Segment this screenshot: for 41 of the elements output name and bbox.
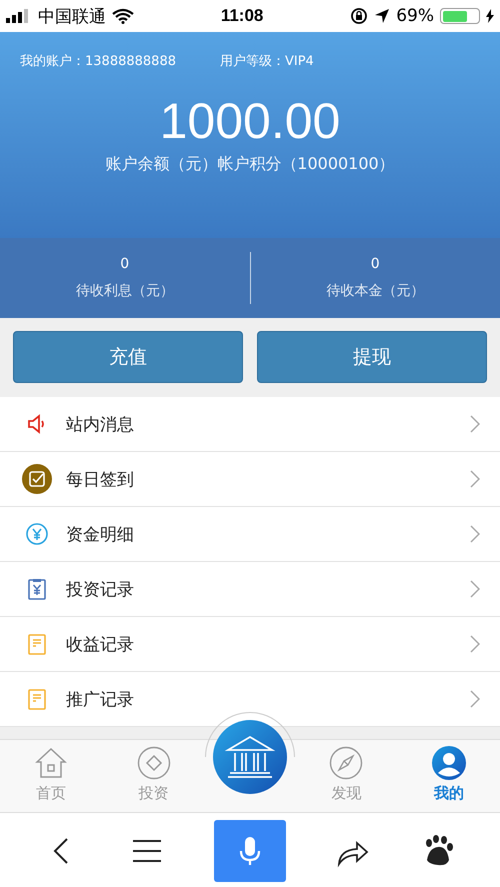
stat-label: 待收利息（元）	[76, 282, 174, 300]
bank-tab[interactable]	[213, 720, 288, 794]
battery-icon	[440, 8, 480, 24]
location-icon	[374, 8, 390, 24]
account-number: 我的账户：13888888888	[20, 53, 176, 70]
carrier-name: 中国联通	[38, 6, 106, 28]
chevron-icon	[470, 635, 480, 653]
menu-item[interactable]: 收益记录	[0, 617, 500, 672]
wifi-icon	[112, 8, 134, 24]
action-button[interactable]: 充值	[13, 331, 243, 383]
menu-item[interactable]: 站内消息	[0, 397, 500, 452]
chevron-icon	[470, 470, 480, 488]
clock-time: 11:08	[220, 6, 264, 26]
user-icon	[432, 746, 466, 780]
battery-percent: 69%	[396, 6, 434, 26]
chevron-icon	[470, 580, 480, 598]
clipboard-icon	[25, 577, 49, 601]
menu-item[interactable]: 推广记录	[0, 672, 500, 727]
user-level: 用户等级：VIP4	[220, 53, 314, 70]
chevron-icon	[470, 690, 480, 708]
menu-item[interactable]: 每日签到	[0, 452, 500, 507]
balance-amount: 1000.00	[160, 92, 340, 150]
checkbox-icon	[22, 464, 52, 494]
home-icon	[34, 746, 68, 780]
stat-value: 0	[370, 256, 380, 272]
compass-icon	[329, 746, 364, 780]
stat-label: 待收本金（元）	[326, 282, 424, 300]
menu-item[interactable]: 投资记录	[0, 562, 500, 617]
menu-item[interactable]: 资金明细	[0, 507, 500, 562]
tab-item[interactable]: 我的	[398, 740, 500, 812]
document-icon	[25, 632, 49, 656]
action-button[interactable]: 提现	[257, 331, 487, 383]
document-icon	[25, 687, 49, 711]
charging-icon	[486, 9, 494, 23]
rotation-lock-icon	[350, 7, 368, 25]
voice-button[interactable]	[214, 820, 286, 882]
yen-icon	[25, 522, 49, 546]
balance-caption: 账户余额（元）帐户积分（10000100）	[105, 154, 395, 175]
chevron-icon	[470, 525, 480, 543]
chevron-icon	[470, 415, 480, 433]
stat-value: 0	[120, 256, 130, 272]
